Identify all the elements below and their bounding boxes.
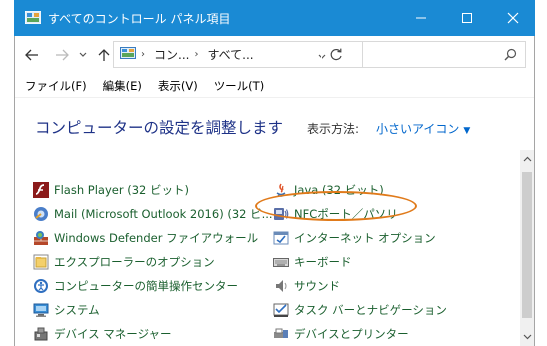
item-ease-of-access-center[interactable]: コンピューターの簡単操作センター (33, 276, 238, 296)
forward-button[interactable] (53, 46, 71, 64)
item-label: サウンド (294, 279, 340, 293)
back-button[interactable] (23, 46, 41, 64)
item-label: デバイスとプリンター (294, 327, 409, 341)
navigation-bar: › コン... › すべて... (15, 36, 534, 74)
search-input[interactable] (362, 41, 526, 68)
item-java[interactable]: Java (32 ビット) (273, 180, 384, 200)
menu-edit[interactable]: 編集(E) (103, 78, 142, 94)
item-label: システム (54, 303, 100, 317)
recent-locations-button[interactable] (77, 46, 89, 64)
item-label: コンピューターの簡単操作センター (54, 279, 238, 293)
device-manager-icon (33, 326, 49, 342)
item-label: Java (32 ビット) (294, 183, 384, 197)
vertical-scrollbar[interactable] (520, 150, 534, 346)
menu-file[interactable]: ファイル(F) (25, 78, 87, 94)
scroll-down-button[interactable] (520, 330, 534, 344)
item-keyboard[interactable]: キーボード (273, 252, 352, 272)
forward-arrow-icon (56, 49, 69, 61)
control-panel-icon (24, 10, 42, 25)
item-device-manager[interactable]: デバイス マネージャー (33, 324, 172, 344)
breadcrumb-separator-icon: › (194, 49, 199, 60)
item-label: キーボード (294, 255, 352, 269)
printer-icon (273, 326, 289, 342)
item-devices-and-printers[interactable]: デバイスとプリンター (273, 324, 409, 344)
page-title: コンピューターの設定を調整します (35, 119, 284, 137)
item-label: Flash Player (32 ビット) (54, 183, 189, 197)
ease-of-access-icon (33, 278, 49, 294)
search-icon (504, 48, 517, 61)
item-label: Mail (Microsoft Outlook 2016) (32 ビ... (54, 207, 273, 221)
item-label: Windows Defender ファイアウォール (54, 231, 259, 245)
title-bar: すべてのコントロール パネル項目 (14, 0, 535, 36)
view-by-dropdown[interactable]: 小さいアイコン ▼ (376, 120, 470, 137)
item-nfc-port[interactable]: NFCポート／パソリ (273, 204, 398, 224)
mail-icon (33, 206, 49, 222)
flash-icon (33, 182, 49, 198)
taskbar-icon (273, 302, 289, 318)
scroll-up-button[interactable] (520, 152, 534, 166)
item-taskbar-and-navigation[interactable]: タスク バーとナビゲーション (273, 300, 447, 320)
breadcrumb-control-panel[interactable]: コン... (154, 46, 189, 63)
menu-tools[interactable]: ツール(T) (214, 78, 265, 94)
nfc-icon (273, 206, 289, 222)
close-button[interactable] (490, 0, 536, 36)
chevron-down-icon (79, 52, 87, 57)
firewall-icon (33, 230, 49, 246)
refresh-icon (330, 48, 342, 61)
breadcrumb-separator-icon: › (141, 49, 145, 60)
item-mail[interactable]: Mail (Microsoft Outlook 2016) (32 ビ... (33, 204, 273, 224)
menu-bar: ファイル(F) 編集(E) 表示(V) ツール(T) (15, 74, 534, 98)
item-label: NFCポート／パソリ (294, 207, 398, 221)
item-label: インターネット オプション (294, 231, 436, 245)
control-panel-window: › コン... › すべて... ファイル(F) 編集(E) 表示(V) ツール… (14, 36, 535, 346)
window-title: すべてのコントロール パネル項目 (48, 12, 231, 26)
back-arrow-icon (25, 49, 38, 61)
system-icon (33, 302, 49, 318)
control-panel-items: Flash Player (32 ビット) Mail (Microsoft Ou… (15, 178, 520, 346)
item-label: デバイス マネージャー (54, 327, 172, 341)
breadcrumb-all-items[interactable]: すべて... (207, 46, 253, 63)
folder-options-icon (33, 254, 49, 270)
item-system[interactable]: システム (33, 300, 100, 320)
up-arrow-icon (98, 49, 110, 61)
speaker-icon (273, 278, 289, 294)
keyboard-icon (273, 254, 289, 270)
dropdown-arrow-icon: ▼ (463, 126, 471, 136)
menu-view[interactable]: 表示(V) (158, 78, 198, 94)
item-windows-defender-firewall[interactable]: Windows Defender ファイアウォール (33, 228, 258, 248)
item-explorer-options[interactable]: エクスプローラーのオプション (33, 252, 215, 272)
item-sound[interactable]: サウンド (273, 276, 340, 296)
refresh-button[interactable] (321, 42, 351, 67)
view-by-label: 表示方法: (307, 122, 360, 136)
item-flash-player[interactable]: Flash Player (32 ビット) (33, 180, 189, 200)
maximize-button[interactable] (444, 0, 490, 36)
scroll-thumb[interactable] (522, 172, 532, 318)
control-panel-small-icon (120, 47, 136, 62)
minimize-button[interactable] (398, 0, 444, 36)
item-label: エクスプローラーのオプション (54, 255, 215, 269)
item-internet-options[interactable]: インターネット オプション (273, 228, 436, 248)
up-button[interactable] (95, 46, 113, 64)
item-label: タスク バーとナビゲーション (294, 303, 447, 317)
java-icon (273, 182, 289, 198)
internet-options-icon (273, 230, 289, 246)
view-by-value: 小さいアイコン (376, 122, 460, 136)
